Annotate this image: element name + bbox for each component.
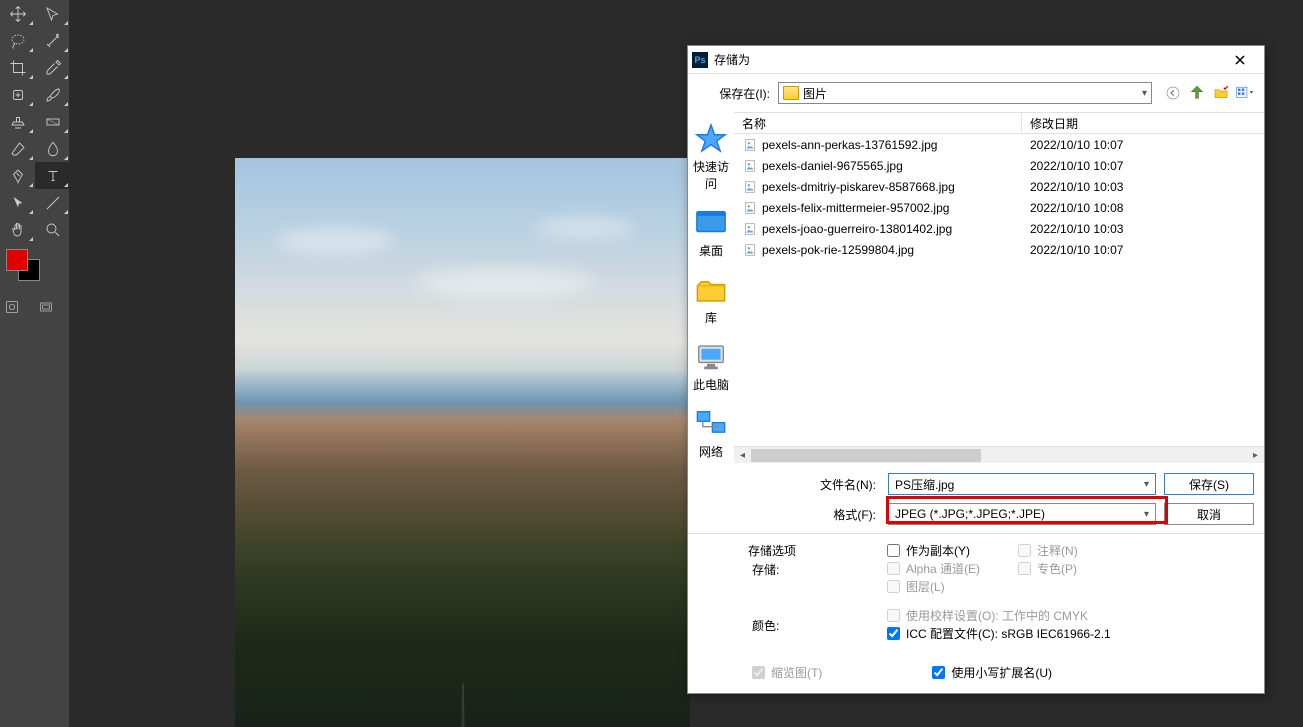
foreground-color[interactable] xyxy=(6,249,28,271)
color-label: 颜色: xyxy=(752,617,887,634)
clone-stamp-tool[interactable] xyxy=(0,108,35,135)
sidebar-item-library[interactable]: 库 xyxy=(688,269,734,334)
photoshop-icon: Ps xyxy=(692,52,708,68)
filename-input[interactable]: PS压缩.jpg ▾ xyxy=(888,473,1156,495)
file-date: 2022/10/10 10:07 xyxy=(1022,243,1123,257)
sidebar-item-desktop[interactable]: 桌面 xyxy=(688,202,734,267)
file-row[interactable]: pexels-felix-mittermeier-957002.jpg2022/… xyxy=(734,197,1264,218)
image-file-icon xyxy=(742,200,758,216)
view-menu-icon[interactable] xyxy=(1236,84,1254,102)
column-name[interactable]: 名称 xyxy=(734,113,1022,133)
horizontal-scrollbar[interactable]: ◂ ▸ xyxy=(734,446,1264,463)
checkbox-thumbnail: 缩览图(T) xyxy=(752,664,822,681)
image-file-icon xyxy=(742,158,758,174)
file-name: pexels-ann-perkas-13761592.jpg xyxy=(762,138,1022,152)
path-selection-tool[interactable] xyxy=(0,189,35,216)
file-row[interactable]: pexels-pok-rie-12599804.jpg2022/10/10 10… xyxy=(734,239,1264,260)
chevron-down-icon: ▾ xyxy=(1142,88,1147,99)
file-name: pexels-daniel-9675565.jpg xyxy=(762,159,1022,173)
back-icon[interactable] xyxy=(1164,84,1182,102)
save-in-label: 保存在(I): xyxy=(698,85,770,102)
column-date[interactable]: 修改日期 xyxy=(1022,115,1264,132)
checkbox-layers: 图层(L) xyxy=(887,578,945,595)
blur-tool[interactable] xyxy=(35,135,70,162)
options-group-label: 存储选项 xyxy=(748,542,796,559)
save-options-panel: 存储选项 存储: 作为副本(Y) Alpha 通道(E) 图层(L) 注释(N)… xyxy=(688,533,1264,693)
move-tool[interactable] xyxy=(0,0,35,27)
quickmask-icon[interactable] xyxy=(4,299,20,320)
file-date: 2022/10/10 10:07 xyxy=(1022,138,1123,152)
crop-tool[interactable] xyxy=(0,54,35,81)
file-name: pexels-pok-rie-12599804.jpg xyxy=(762,243,1022,257)
file-list-header[interactable]: 名称 修改日期 xyxy=(734,112,1264,134)
photoshop-toolbar xyxy=(0,0,70,727)
line-tool[interactable] xyxy=(35,189,70,216)
cancel-button[interactable]: 取消 xyxy=(1164,503,1254,525)
scroll-left-icon[interactable]: ◂ xyxy=(734,447,751,464)
chevron-down-icon: ▾ xyxy=(1144,509,1149,520)
brush-tool[interactable] xyxy=(35,81,70,108)
file-name: pexels-dmitriy-piskarev-8587668.jpg xyxy=(762,180,1022,194)
file-date: 2022/10/10 10:03 xyxy=(1022,222,1123,236)
checkbox-lowercase-ext[interactable]: 使用小写扩展名(U) xyxy=(932,664,1052,681)
dialog-titlebar: Ps 存储为 xyxy=(688,46,1264,74)
image-file-icon xyxy=(742,221,758,237)
sidebar-item-network[interactable]: 网络 xyxy=(688,403,734,468)
file-row[interactable]: pexels-joao-guerreiro-13801402.jpg2022/1… xyxy=(734,218,1264,239)
file-date: 2022/10/10 10:07 xyxy=(1022,159,1123,173)
file-date: 2022/10/10 10:08 xyxy=(1022,201,1123,215)
save-as-dialog: Ps 存储为 保存在(I): 图片 ▾ 快速访问 桌面 xyxy=(687,45,1265,694)
pen-tool[interactable] xyxy=(0,162,35,189)
chevron-down-icon: ▾ xyxy=(1144,479,1149,490)
image-file-icon xyxy=(742,179,758,195)
filename-label: 文件名(N): xyxy=(734,476,880,493)
file-name: pexels-felix-mittermeier-957002.jpg xyxy=(762,201,1022,215)
format-combo[interactable]: JPEG (*.JPG;*.JPEG;*.JPE) ▾ xyxy=(888,503,1156,525)
file-row[interactable]: pexels-dmitriy-piskarev-8587668.jpg2022/… xyxy=(734,176,1264,197)
checkbox-alpha: Alpha 通道(E) xyxy=(887,560,980,577)
text-tool[interactable] xyxy=(35,162,70,189)
file-date: 2022/10/10 10:03 xyxy=(1022,180,1123,194)
screenmode-icon[interactable] xyxy=(38,299,54,320)
healing-brush-tool[interactable] xyxy=(0,81,35,108)
color-swatches[interactable] xyxy=(0,243,69,287)
places-sidebar: 快速访问 桌面 库 此电脑 网络 xyxy=(688,112,734,533)
checkbox-use-proof: 使用校样设置(O): 工作中的 CMYK xyxy=(887,607,1088,624)
zoom-tool[interactable] xyxy=(35,216,70,243)
gradient-tool[interactable] xyxy=(35,108,70,135)
checkbox-as-copy[interactable]: 作为副本(Y) xyxy=(887,542,970,559)
lasso-tool[interactable] xyxy=(0,27,35,54)
checkbox-spot: 专色(P) xyxy=(1018,560,1077,577)
file-name: pexels-joao-guerreiro-13801402.jpg xyxy=(762,222,1022,236)
eraser-tool[interactable] xyxy=(0,135,35,162)
save-button[interactable]: 保存(S) xyxy=(1164,473,1254,495)
eyedropper-tool[interactable] xyxy=(35,54,70,81)
scroll-thumb[interactable] xyxy=(751,449,981,462)
canvas-image[interactable] xyxy=(235,158,690,727)
up-icon[interactable] xyxy=(1188,84,1206,102)
checkbox-icc-profile[interactable]: ICC 配置文件(C): sRGB IEC61966-2.1 xyxy=(887,625,1111,642)
hand-tool[interactable] xyxy=(0,216,35,243)
image-file-icon xyxy=(742,242,758,258)
format-label: 格式(F): xyxy=(734,506,880,523)
file-list: 名称 修改日期 pexels-ann-perkas-13761592.jpg20… xyxy=(734,112,1264,533)
store-label: 存储: xyxy=(752,561,887,578)
scroll-right-icon[interactable]: ▸ xyxy=(1247,447,1264,464)
close-button[interactable] xyxy=(1220,47,1260,73)
file-row[interactable]: pexels-ann-perkas-13761592.jpg2022/10/10… xyxy=(734,134,1264,155)
image-file-icon xyxy=(742,137,758,153)
dialog-title: 存储为 xyxy=(714,51,1220,68)
magic-wand-tool[interactable] xyxy=(35,27,70,54)
folder-icon xyxy=(783,86,799,100)
save-in-value: 图片 xyxy=(803,85,827,102)
sidebar-item-thispc[interactable]: 此电脑 xyxy=(688,336,734,401)
new-folder-icon[interactable] xyxy=(1212,84,1230,102)
file-row[interactable]: pexels-daniel-9675565.jpg2022/10/10 10:0… xyxy=(734,155,1264,176)
sidebar-item-quickaccess[interactable]: 快速访问 xyxy=(688,118,734,200)
checkbox-annotations: 注释(N) xyxy=(1018,542,1078,559)
artboard-tool[interactable] xyxy=(35,0,70,27)
save-in-combo[interactable]: 图片 ▾ xyxy=(778,82,1152,104)
